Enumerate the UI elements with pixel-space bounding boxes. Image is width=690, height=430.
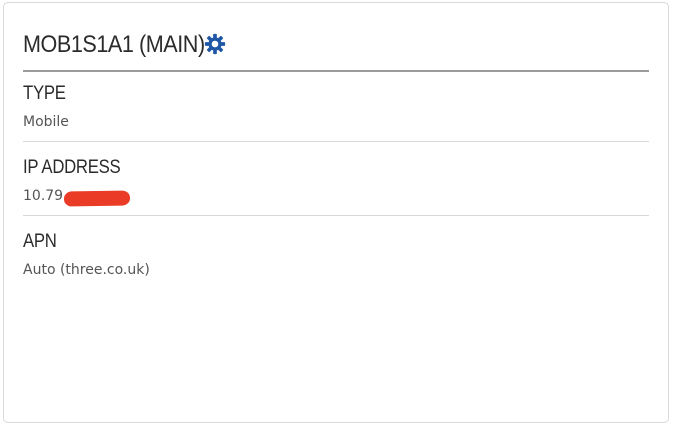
card-title: MOB1S1A1 (MAIN) [23,31,205,58]
gear-icon[interactable] [204,33,226,55]
field-row-apn: APN Auto (three.co.uk) [23,231,649,290]
field-value-ip-address: 10.79. [23,187,131,207]
network-interface-card: MOB1S1A1 (MAIN) TYPE Mobile IP ADDRESS 1… [3,2,669,423]
field-row-type: TYPE Mobile [23,83,649,142]
field-label-ip-address: IP ADDRESS [23,157,121,178]
field-value-apn: Auto (three.co.uk) [23,262,150,278]
redaction-mark [63,190,131,207]
field-value-type: Mobile [23,114,69,130]
field-label-type: TYPE [23,83,66,104]
field-row-ip-address: IP ADDRESS 10.79. [23,157,649,216]
field-label-apn: APN [23,231,57,252]
card-header: MOB1S1A1 (MAIN) [23,30,649,72]
ip-address-visible-part: 10.79. [23,188,68,204]
